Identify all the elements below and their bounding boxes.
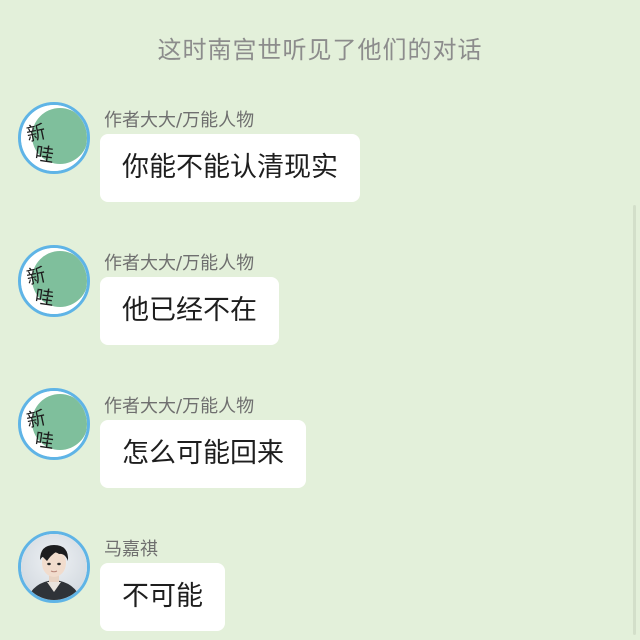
message-bubble[interactable]: 不可能 [100, 563, 225, 631]
avatar[interactable]: 新 哇 [18, 245, 90, 317]
avatar[interactable]: 新 哇 [18, 388, 90, 460]
avatar[interactable] [18, 531, 90, 603]
svg-text:哇: 哇 [34, 143, 56, 167]
sender-name: 马嘉祺 [104, 539, 158, 560]
chat-screen: 这时南宫世听见了他们的对话 新 哇 作者大大/万能人物 你能不能认清现实 新 哇… [0, 0, 640, 640]
green-logo-avatar-icon: 新 哇 [21, 391, 87, 457]
message-bubble[interactable]: 你能不能认清现实 [100, 134, 360, 202]
chat-message: 新 哇 作者大大/万能人物 他已经不在 [0, 245, 640, 365]
chat-message: 新 哇 作者大大/万能人物 怎么可能回来 [0, 388, 640, 508]
message-bubble[interactable]: 怎么可能回来 [100, 420, 306, 488]
green-logo-avatar-icon: 新 哇 [21, 105, 87, 171]
chat-message: 新 哇 作者大大/万能人物 你能不能认清现实 [0, 102, 640, 222]
message-bubble[interactable]: 他已经不在 [100, 277, 279, 345]
photo-avatar-icon [21, 534, 87, 600]
scrollbar[interactable] [633, 205, 636, 635]
svg-text:哇: 哇 [34, 286, 56, 310]
green-logo-avatar-icon: 新 哇 [21, 248, 87, 314]
avatar[interactable]: 新 哇 [18, 102, 90, 174]
narration-text: 这时南宫世听见了他们的对话 [157, 36, 483, 64]
sender-name: 作者大大/万能人物 [104, 110, 255, 131]
chat-message: 马嘉祺 不可能 [0, 531, 640, 640]
sender-name: 作者大大/万能人物 [104, 396, 255, 417]
sender-name: 作者大大/万能人物 [104, 253, 255, 274]
svg-text:哇: 哇 [34, 429, 56, 453]
